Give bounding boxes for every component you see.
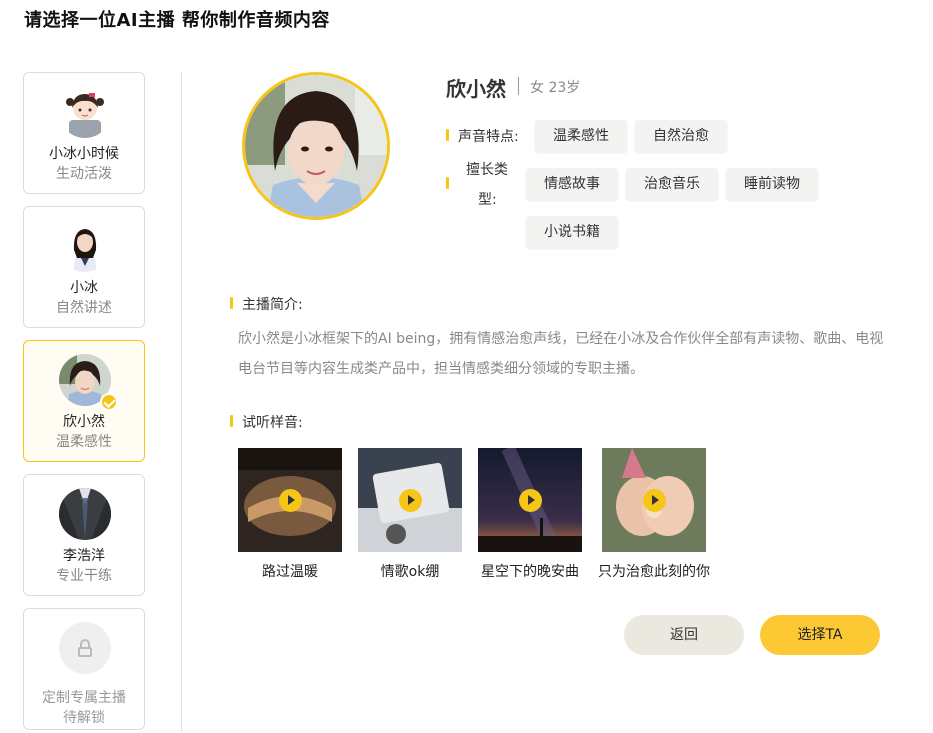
host-card-xiaobing[interactable]: 小冰 自然讲述	[23, 206, 145, 328]
host-desc: 自然讲述	[56, 300, 112, 316]
host-intro-text: 欣小然是小冰框架下的AI being，拥有情感治愈声线，已经在小冰及合作伙伴全部…	[238, 331, 884, 377]
host-portrait	[242, 72, 390, 220]
host-name: 小冰小时候	[49, 146, 119, 162]
sample-cover	[602, 448, 706, 552]
intro-label: 主播简介:	[242, 297, 303, 313]
host-card-custom[interactable]: 定制专属主播 待解锁	[23, 608, 145, 730]
avatar	[59, 488, 111, 540]
avatar	[59, 86, 111, 138]
sample-item[interactable]: 只为治愈此刻的你	[598, 448, 710, 580]
genre-tag: 情感故事	[526, 168, 618, 200]
voice-tag: 自然治愈	[635, 120, 727, 152]
voice-tag: 温柔感性	[535, 120, 627, 152]
samples-label: 试听样音:	[242, 415, 303, 431]
genre-label: 擅长类	[466, 162, 508, 178]
play-icon[interactable]	[643, 489, 666, 512]
sample-item[interactable]: 情歌ok绷	[358, 448, 462, 580]
host-name: 小冰	[70, 280, 98, 296]
play-icon[interactable]	[519, 489, 542, 512]
genre-tag: 治愈音乐	[626, 168, 718, 200]
genre-tag: 小说书籍	[526, 216, 618, 248]
host-name: 欣小然	[63, 414, 105, 430]
lock-icon	[59, 622, 111, 674]
voice-label: 声音特点:	[458, 129, 519, 145]
sample-title: 只为治愈此刻的你	[598, 564, 710, 580]
selected-check-icon	[100, 393, 118, 411]
section-marker	[446, 129, 449, 141]
sample-title: 星空下的晚安曲	[481, 564, 579, 580]
host-gender-age: 女 23岁	[530, 80, 581, 96]
sample-item[interactable]: 路过温暖	[238, 448, 342, 580]
sample-cover	[238, 448, 342, 552]
section-marker	[230, 415, 233, 427]
divider	[518, 77, 519, 95]
avatar	[59, 220, 111, 272]
select-host-button[interactable]: 选择TA	[760, 615, 880, 655]
host-detail-name: 欣小然	[446, 77, 506, 101]
sample-cover	[478, 448, 582, 552]
host-card-lihaoyang[interactable]: 李浩洋 专业干练	[23, 474, 145, 596]
custom-host-status: 待解锁	[63, 710, 105, 726]
host-desc: 专业干练	[56, 568, 112, 584]
divider	[181, 72, 182, 732]
section-marker	[230, 297, 233, 309]
host-desc: 生动活泼	[56, 166, 112, 182]
host-name: 李浩洋	[63, 548, 105, 564]
host-card-xiaobing-child[interactable]: 小冰小时候 生动活泼	[23, 72, 145, 194]
host-desc: 温柔感性	[56, 434, 112, 450]
page-title: 请选择一位AI主播 帮你制作音频内容	[24, 10, 330, 31]
host-card-xinxiaoran[interactable]: 欣小然 温柔感性	[23, 340, 145, 462]
genre-tag: 睡前读物	[726, 168, 818, 200]
genre-label: 型:	[478, 192, 497, 208]
back-button[interactable]: 返回	[624, 615, 744, 655]
custom-host-name: 定制专属主播	[42, 690, 126, 706]
sample-item[interactable]: 星空下的晚安曲	[478, 448, 582, 580]
play-icon[interactable]	[279, 489, 302, 512]
section-marker	[446, 177, 449, 189]
sample-cover	[358, 448, 462, 552]
play-icon[interactable]	[399, 489, 422, 512]
